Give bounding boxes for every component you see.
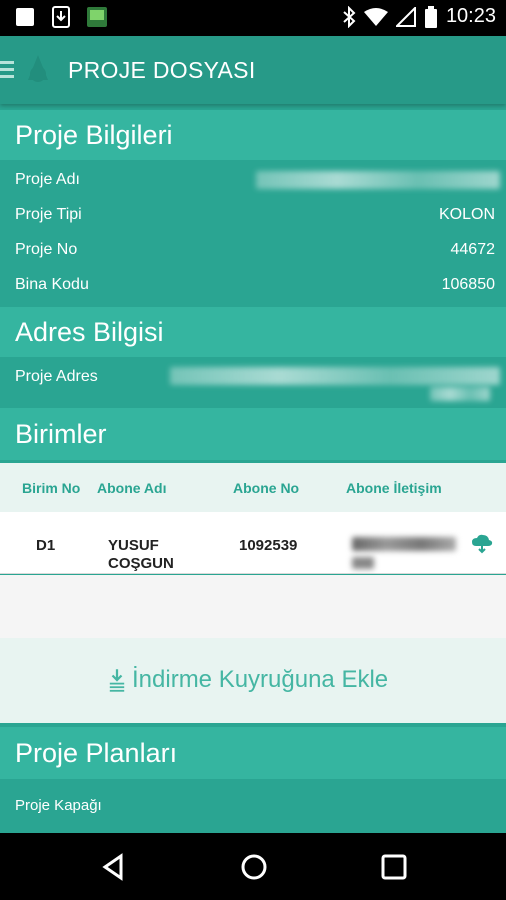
unit-no: D1: [36, 537, 56, 554]
redacted-address: [170, 367, 500, 385]
notification-square-icon: [16, 8, 34, 26]
column-header: Abone No: [233, 480, 300, 496]
address-label: Proje Adres: [15, 368, 98, 385]
plan-row-cover[interactable]: Proje Kapağı: [0, 788, 506, 823]
info-row-project-no: Proje No 44672: [0, 232, 506, 267]
back-icon[interactable]: [99, 852, 129, 882]
bluetooth-icon: [343, 5, 356, 28]
section-header-plans: Proje Planları: [0, 727, 506, 779]
column-header: Abone İletişim: [346, 480, 442, 496]
info-value: 44672: [450, 241, 496, 258]
plan-label: Proje Kapağı: [15, 797, 102, 814]
redacted-address-line2: [430, 387, 490, 401]
section-header-address: Adres Bilgisi: [0, 307, 506, 357]
app-notification-icon: [87, 7, 107, 27]
app-bar: PROJE DOSYASI: [0, 36, 506, 104]
home-icon[interactable]: [239, 852, 269, 882]
subscriber-name-line2: COŞGUN: [108, 555, 174, 572]
subscriber-no: 1092539: [239, 537, 298, 554]
section-header-project-info: Proje Bilgileri: [0, 110, 506, 160]
info-value: 106850: [441, 276, 495, 293]
address-row: Proje Adres: [0, 359, 506, 405]
section-header-units: Birimler: [0, 408, 506, 460]
wifi-icon: [363, 7, 388, 26]
table-row[interactable]: D1 YUSUF COŞGUN 1092539: [0, 512, 506, 574]
page-title: PROJE DOSYASI: [68, 57, 256, 83]
download-icon: [109, 669, 125, 692]
info-label: Proje Tipi: [15, 206, 82, 223]
empty-list-area: [0, 575, 506, 638]
info-label: Proje No: [15, 241, 78, 258]
add-to-download-queue-button[interactable]: İndirme Kuyruğuna Ekle: [108, 666, 388, 694]
cloud-download-icon[interactable]: [470, 532, 494, 556]
subscriber-name: YUSUF: [108, 537, 159, 554]
info-label: Bina Kodu: [15, 276, 89, 293]
recents-icon[interactable]: [379, 852, 409, 882]
info-row-project-type: Proje Tipi KOLON: [0, 197, 506, 232]
download-notification-icon: [52, 6, 70, 28]
menu-icon[interactable]: [0, 58, 14, 82]
redacted-contact: [352, 537, 456, 551]
redacted-project-name: [256, 171, 500, 189]
info-row-building-code: Bina Kodu 106850: [0, 267, 506, 302]
info-row-project-name: Proje Adı: [0, 162, 506, 197]
redacted-contact-line2: [352, 557, 374, 569]
info-value: KOLON: [438, 206, 495, 223]
column-header: Abone Adı: [97, 480, 167, 496]
download-bar: İndirme Kuyruğuna Ekle: [0, 638, 506, 723]
signal-icon: [395, 6, 416, 27]
status-bar: 10:23: [0, 0, 506, 36]
units-table-header: Birim No Abone Adı Abone No Abone İletiş…: [0, 463, 506, 512]
battery-icon: [424, 5, 437, 28]
download-label: İndirme Kuyruğuna Ekle: [132, 666, 389, 693]
column-header: Birim No: [22, 480, 81, 496]
clock: 10:23: [445, 5, 496, 27]
navigation-bar: [0, 833, 506, 900]
app-logo-icon: [28, 55, 48, 82]
info-label: Proje Adı: [15, 171, 80, 188]
